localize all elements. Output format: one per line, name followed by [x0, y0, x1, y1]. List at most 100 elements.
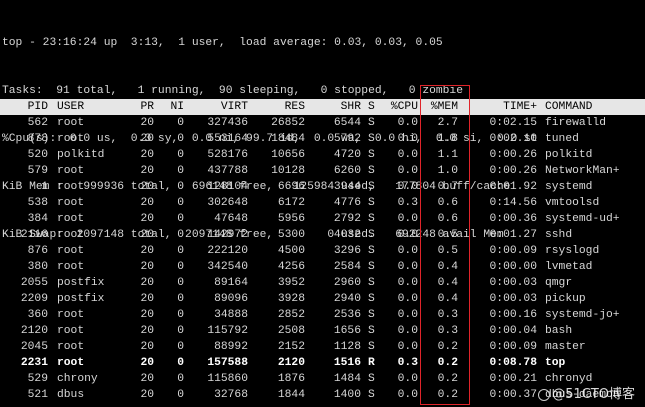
cell-shr: 1128: [333, 341, 361, 353]
cell-shr: 2960: [333, 277, 361, 289]
cell-pr: 20: [140, 373, 154, 385]
cell-time: 0:02.15: [489, 117, 537, 129]
cell-ni: 0: [177, 309, 184, 321]
cell-cpu: 0.0: [397, 341, 418, 353]
process-row: 2209 postfix 20 0 89096 3928 2940 S 0.0 0.4 0:00.0…: [0, 291, 645, 307]
cell-ni: 0: [177, 293, 184, 305]
cell-pid: 2045: [20, 341, 48, 353]
cell-cpu: 0.0: [397, 229, 418, 241]
cell-state: S: [368, 149, 375, 161]
cell-res: 10656: [271, 149, 305, 161]
cell-ni: 0: [177, 213, 184, 225]
cell-command: polkitd: [545, 149, 593, 161]
cell-pr: 20: [140, 229, 154, 241]
cell-ni: 0: [177, 357, 184, 369]
cell-user: root: [57, 229, 85, 241]
cell-shr: 2584: [333, 261, 361, 273]
mem-column-highlight: [420, 85, 470, 405]
cell-virt: 157588: [207, 357, 248, 369]
cell-virt: 115792: [207, 325, 248, 337]
cell-user: root: [57, 165, 85, 177]
cell-state: S: [368, 373, 375, 385]
cell-cpu: 0.0: [397, 117, 418, 129]
cell-pid: 538: [27, 197, 48, 209]
cell-ni: 0: [177, 245, 184, 257]
cell-res: 5956: [277, 213, 305, 225]
cell-state: S: [368, 197, 375, 209]
cell-shr: 6544: [333, 117, 361, 129]
process-row: 2055 postfix 20 0 89164 3952 2960 S 0.0 0.4 0:00.0…: [0, 275, 645, 291]
cell-pid: 529: [27, 373, 48, 385]
process-row: 520 polkitd 20 0 528176 10656 4720 S 0.0 1.1 0:00.…: [0, 147, 645, 163]
cell-command: rsyslogd: [545, 245, 600, 257]
cell-user: root: [57, 117, 85, 129]
cell-command: bash: [545, 325, 573, 337]
cell-virt: 302648: [207, 197, 248, 209]
cell-res: 2852: [277, 309, 305, 321]
cell-command: master: [545, 341, 586, 353]
cell-pid: 521: [27, 389, 48, 401]
cell-ni: 0: [177, 373, 184, 385]
cell-time: 0:08.78: [489, 357, 537, 369]
cell-cpu: 0.0: [397, 149, 418, 161]
cell-state: S: [368, 229, 375, 241]
process-row: 538 root 20 0 302648 6172 4776 S 0.3 0.6 0:14.56 vm…: [0, 195, 645, 211]
cell-ni: 0: [177, 117, 184, 129]
cell-pr: 20: [140, 165, 154, 177]
cell-pr: 20: [140, 309, 154, 321]
cell-pid: 579: [27, 165, 48, 177]
cell-virt: 88992: [214, 341, 248, 353]
cell-pid: 520: [27, 149, 48, 161]
cell-shr: 3944: [333, 181, 361, 193]
cell-res: 1844: [277, 389, 305, 401]
process-row: 529 chrony 20 0 115860 1876 1484 S 0.0 0.2 0:00.21…: [0, 371, 645, 387]
cell-cpu: 0.0: [397, 213, 418, 225]
cell-virt: 128104: [207, 181, 248, 193]
cell-res: 3952: [277, 277, 305, 289]
terminal-window[interactable]: top - 23:16:24 up 3:13, 1 user, load ave…: [0, 0, 645, 407]
cell-shr: 1400: [333, 389, 361, 401]
cell-time: 0:00.09: [489, 341, 537, 353]
cell-state: S: [368, 341, 375, 353]
header-ni: NI: [170, 101, 184, 113]
cell-user: root: [57, 213, 85, 225]
cell-command: systemd: [545, 181, 593, 193]
cell-res: 1876: [277, 373, 305, 385]
cell-ni: 0: [177, 341, 184, 353]
header-virt: VIRT: [220, 101, 248, 113]
cell-state: R: [368, 357, 375, 369]
cell-state: S: [368, 309, 375, 321]
cell-state: S: [368, 277, 375, 289]
cell-ni: 0: [177, 197, 184, 209]
cell-state: S: [368, 261, 375, 273]
cell-shr: 5792: [333, 133, 361, 145]
cell-cpu: 0.0: [397, 293, 418, 305]
cell-time: 0:00.04: [489, 325, 537, 337]
header-state: S: [368, 101, 375, 113]
cell-time: 0:00.03: [489, 277, 537, 289]
cell-ni: 0: [177, 229, 184, 241]
cell-pr: 20: [140, 213, 154, 225]
cell-user: root: [57, 357, 85, 369]
cell-ni: 0: [177, 389, 184, 401]
cell-time: 0:00.26: [489, 149, 537, 161]
cell-time: 0:00.21: [489, 373, 537, 385]
cell-command: vmtoolsd: [545, 197, 600, 209]
uptime-line: top - 23:16:24 up 3:13, 1 user, load ave…: [2, 37, 443, 49]
cell-ni: 0: [177, 149, 184, 161]
cell-user: root: [57, 197, 85, 209]
cell-pr: 20: [140, 293, 154, 305]
cell-user: root: [57, 261, 85, 273]
header-pr: PR: [140, 101, 154, 113]
cell-state: S: [368, 245, 375, 257]
process-row: 876 root 20 0 222120 4500 3296 S 0.0 0.5 0:00.09 rs…: [0, 243, 645, 259]
cell-res: 26852: [271, 117, 305, 129]
cell-user: root: [57, 325, 85, 337]
cell-res: 4256: [277, 261, 305, 273]
cell-pid: 2055: [20, 277, 48, 289]
cell-command: tuned: [545, 133, 579, 145]
cell-state: S: [368, 325, 375, 337]
cell-pr: 20: [140, 277, 154, 289]
cell-res: 6696: [277, 181, 305, 193]
process-row: 360 root 20 0 34888 2852 2536 S 0.0 0.3 0:00.16 sys…: [0, 307, 645, 323]
